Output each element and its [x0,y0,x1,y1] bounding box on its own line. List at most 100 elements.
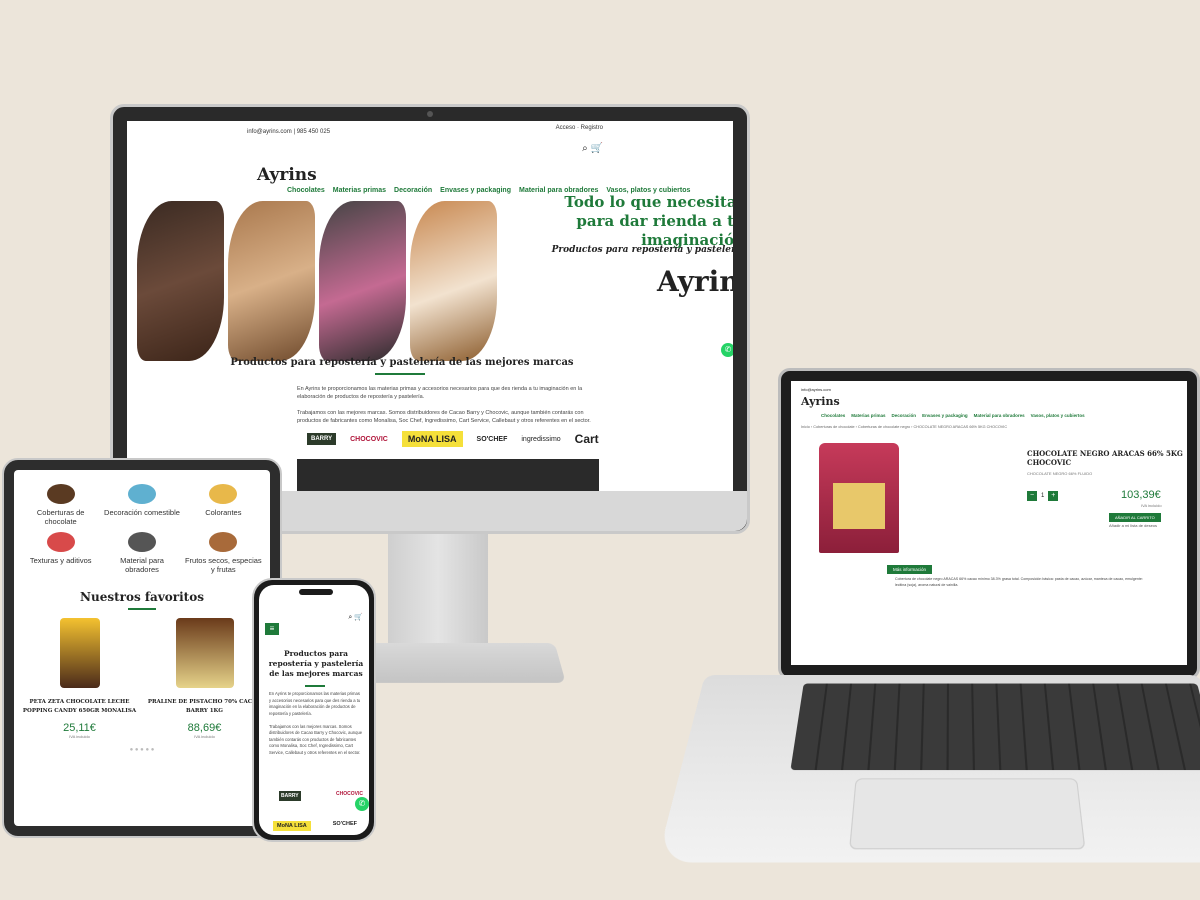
product-image[interactable] [59,618,100,688]
account-link[interactable]: Acceso [556,125,576,131]
favorites-title: Nuestros favoritos [80,590,204,604]
product-label [833,483,885,529]
video-banner[interactable] [297,459,599,491]
site-logo[interactable]: Ayrins [257,165,317,185]
quantity-value[interactable]: 1 [1041,493,1044,499]
category-label: Texturas y aditivos [29,556,92,565]
product-description: Cobertura de chocolate negro ARACAS 66% … [895,577,1143,587]
breadcrumb[interactable]: Inicio › Coberturas de chocolate › Cober… [801,425,1007,429]
camera-dot [427,111,433,117]
brand-logos: BARRY CHOCOVIC MoNA LISA SO'CHEF ingredi… [307,431,607,447]
email-link[interactable]: info@ayrins.com [801,387,831,392]
category-item[interactable]: Coberturas de chocolate [22,484,99,526]
brand-logo: Cart [574,432,599,446]
hero-logo: Ayrins [657,265,733,298]
category-item[interactable]: Material para obradores [103,532,180,574]
nav-item[interactable]: Chocolates [287,187,325,194]
tablet-screen: Coberturas de chocolate Decoración comes… [14,470,270,826]
brand-logo: MoNA LISA [401,431,463,447]
nav-item[interactable]: Material para obradores [974,413,1025,418]
plus-button[interactable]: + [1048,491,1059,501]
category-item[interactable]: Colorantes [185,484,262,526]
hero-slogan: Todo lo que necesitas para dar rienda a … [564,193,733,249]
product-price: 88,69€ [187,722,222,734]
section-title: Productos para repostería y pastelería d… [268,649,364,678]
tablet: Coberturas de chocolate Decoración comes… [2,458,282,838]
tax-note: IVA incluido [69,734,90,739]
add-to-cart-button[interactable]: AÑADIR AL CARRITO [1109,513,1161,522]
nuts-icon [209,532,238,552]
brand-logos: BARRY CHOCOVIC [279,791,363,801]
favorites-list: PETA ZETA CHOCOLATE LECHE POPPING CANDY … [14,618,270,739]
site-logo[interactable]: Ayrins [801,395,840,408]
title-underline [305,685,325,687]
intro-paragraph: Trabajamos con las mejores marcas. Somos… [297,410,591,424]
product-image[interactable] [175,618,234,688]
search-icon[interactable]: ⌕ [348,614,352,621]
phone-link[interactable]: 985 450 025 [297,129,330,135]
hero-photo [410,201,497,361]
whatsapp-icon[interactable]: ✆ [721,343,733,357]
chocolate-icon [46,484,75,504]
carousel-dots[interactable]: ● ● ● ● ● [14,747,270,753]
category-label: Coberturas de chocolate [36,508,85,526]
brand-logo: CHOCOVIC [350,435,388,443]
desktop-screen: info@ayrins.com | 985 450 025 Acceso · R… [127,121,733,491]
laptop-base [656,675,1200,863]
intro-paragraph: En Ayrins te proporcionamos las materias… [269,691,361,716]
nav-item[interactable]: Decoración [394,187,432,194]
category-item[interactable]: Decoración comestible [103,484,180,526]
product-price: 25,11€ [63,722,96,734]
intro-paragraph: En Ayrins te proporcionamos las materias… [297,386,583,400]
product-name[interactable]: PRALINE DE PISTACHO 70% CACAO BARRY 1KG [147,698,262,716]
hamburger-menu-icon[interactable]: ≡ [265,623,279,635]
register-link[interactable]: Registro [581,125,603,131]
keyboard [790,683,1200,771]
brand-logo: ingredissimo [521,435,561,443]
product-sku: CHOCOLATE NEGRO 66% FLUIDO [1027,471,1093,476]
title-underline [375,373,425,375]
tax-note: IVA incluido [194,734,215,739]
product-card[interactable]: PETA ZETA CHOCOLATE LECHE POPPING CANDY … [22,618,137,739]
laptop-screen: info@ayrins.com Ayrins Chocolates Materi… [791,381,1187,665]
tab-more-info[interactable]: Más información [887,565,933,574]
brand-logo: SO'CHEF [476,435,508,443]
product-card[interactable]: PRALINE DE PISTACHO 70% CACAO BARRY 1KG … [147,618,262,739]
nav-item[interactable]: Chocolates [821,413,845,418]
hero-photo [319,201,406,361]
brand-logo: BARRY [279,791,301,801]
whatsapp-icon[interactable]: ✆ [355,797,369,811]
product-name[interactable]: PETA ZETA CHOCOLATE LECHE POPPING CANDY … [22,698,137,716]
category-item[interactable]: Texturas y aditivos [22,532,99,574]
hero-photo [137,201,224,361]
brand-logo: BARRY [307,433,337,445]
email-link[interactable]: info@ayrins.com [247,129,292,135]
nav-item[interactable]: Materias primas [333,187,386,194]
product-title: CHOCOLATE NEGRO ARACAS 66% 5KG CHOCOVIC [1027,449,1183,467]
decoration-icon [127,484,156,504]
wishlist-link[interactable]: Añadir a mi lista de deseos [1109,523,1157,528]
nav-item[interactable]: Envases y packaging [922,413,968,418]
cart-icon[interactable]: 🛒 [591,143,603,154]
hero-photo [228,201,315,361]
minus-button[interactable]: − [1027,491,1037,501]
nav-item[interactable]: Materias primas [851,413,885,418]
hero-images [137,201,497,361]
category-item[interactable]: Frutos secos, especias y frutas [185,532,262,574]
search-icon[interactable]: ⌕ [582,143,588,154]
product-image[interactable] [819,443,899,553]
quantity-stepper: − 1 + [1027,491,1059,501]
category-label: Colorantes [205,508,242,517]
nav-item[interactable]: Envases y packaging [440,187,511,194]
nav-item[interactable]: Decoración [892,413,917,418]
main-nav: Chocolates Materias primas Decoración En… [821,413,1085,418]
tax-note: IVA incluido [1141,503,1162,508]
product-price: 103,39€ [1121,489,1161,501]
colorant-icon [209,484,238,504]
cart-icon[interactable]: 🛒 [354,614,363,621]
baking-tray-icon [127,532,156,552]
trackpad [849,778,1086,850]
nav-item[interactable]: Vasos, platos y cubiertos [1031,413,1085,418]
category-label: Decoración comestible [104,508,180,517]
intro-text: En Ayrins te proporcionamos las materias… [269,691,363,756]
